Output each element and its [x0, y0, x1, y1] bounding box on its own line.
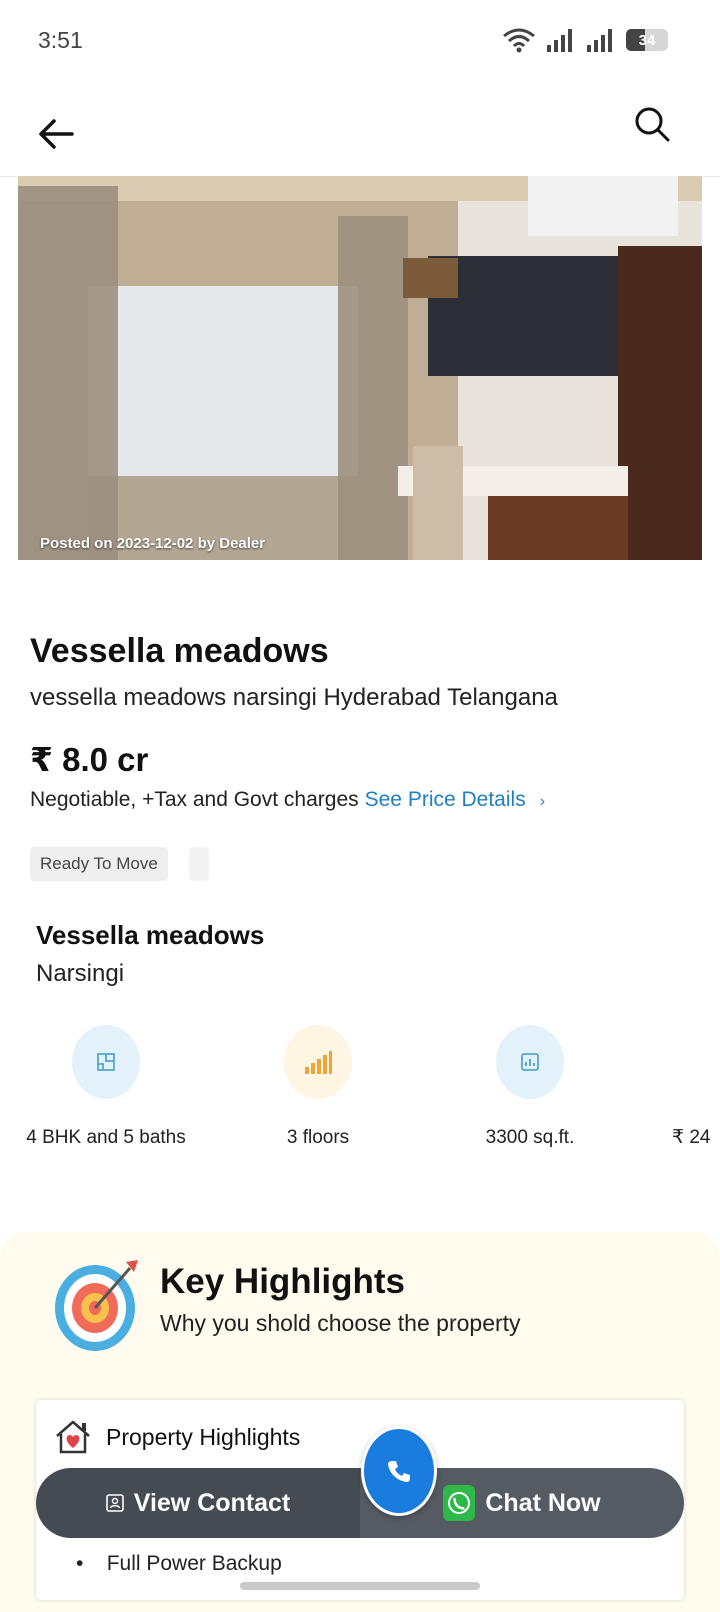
home-indicator[interactable]	[240, 1582, 480, 1590]
house-heart-icon	[56, 1420, 90, 1454]
spec-area: 3300 sq.ft.	[430, 1025, 630, 1150]
whatsapp-icon	[443, 1485, 476, 1521]
highlight-item-label: Full Power Backup	[106, 1552, 282, 1575]
property-price: ₹ 8.0 cr	[30, 741, 149, 778]
status-bar: 3:51 34	[0, 0, 720, 80]
status-icons: 34	[502, 27, 668, 53]
status-time: 3:51	[38, 27, 83, 53]
spec-label: 3300 sq.ft.	[485, 1127, 575, 1148]
wifi-icon	[503, 28, 535, 53]
spec-label: 4 BHK and 5 baths	[26, 1127, 186, 1148]
signal-bars-icon	[284, 1025, 352, 1099]
target-icon	[55, 1260, 138, 1351]
spec-price: ₹ 24	[672, 1025, 712, 1150]
spec-floors: 3 floors	[218, 1025, 418, 1150]
signal-icon	[547, 29, 572, 52]
status-tag: Ready To Move	[30, 847, 168, 881]
spec-label: ₹ 24	[672, 1127, 711, 1148]
battery-icon: 34	[626, 29, 668, 51]
area-chart-icon	[496, 1025, 564, 1099]
signal-icon-2	[587, 29, 612, 52]
price-note-text: Negotiable, +Tax and Govt charges	[30, 788, 359, 811]
chevron-right-icon[interactable]: ›	[540, 793, 545, 810]
price-icon	[672, 1025, 712, 1099]
property-address: vessella meadows narsingi Hyderabad Tela…	[30, 684, 558, 711]
see-price-details-link[interactable]: See Price Details	[365, 788, 526, 811]
property-title: Vessella meadows	[30, 632, 329, 670]
contact-card-icon	[105, 1494, 124, 1512]
spec-label: 3 floors	[286, 1127, 350, 1148]
view-contact-label: View Contact	[133, 1488, 291, 1517]
back-arrow-icon[interactable]	[34, 112, 78, 156]
key-highlights-title: Key Highlights	[160, 1262, 406, 1301]
phone-icon	[388, 1461, 410, 1482]
posted-caption: Posted on 2023-12-02 by Dealer	[40, 535, 266, 552]
call-button[interactable]	[361, 1426, 437, 1516]
project-locality: Narsingi	[36, 960, 125, 987]
view-contact-button[interactable]: View Contact	[36, 1468, 360, 1538]
empty-tag	[189, 847, 209, 881]
chat-now-label: Chat Now	[485, 1488, 601, 1517]
price-note: Negotiable, +Tax and Govt charges See Pri…	[30, 788, 545, 812]
property-photo[interactable]: Posted on 2023-12-02 by Dealer	[18, 176, 702, 560]
battery-level: 34	[638, 31, 656, 49]
project-name: Vessella meadows	[36, 920, 265, 950]
bedroom-photo	[18, 176, 702, 560]
spec-bhk: 4 BHK and 5 baths	[6, 1025, 206, 1150]
cta-bar: View Contact Chat Now	[36, 1468, 684, 1538]
property-highlights-title: Property Highlights	[106, 1424, 301, 1450]
app-bar	[0, 80, 720, 177]
floorplan-icon	[72, 1025, 140, 1099]
key-highlights-subtitle: Why you shold choose the property	[160, 1310, 521, 1336]
search-icon[interactable]	[632, 104, 672, 144]
highlight-item: • Full Power Backup	[76, 1552, 282, 1575]
